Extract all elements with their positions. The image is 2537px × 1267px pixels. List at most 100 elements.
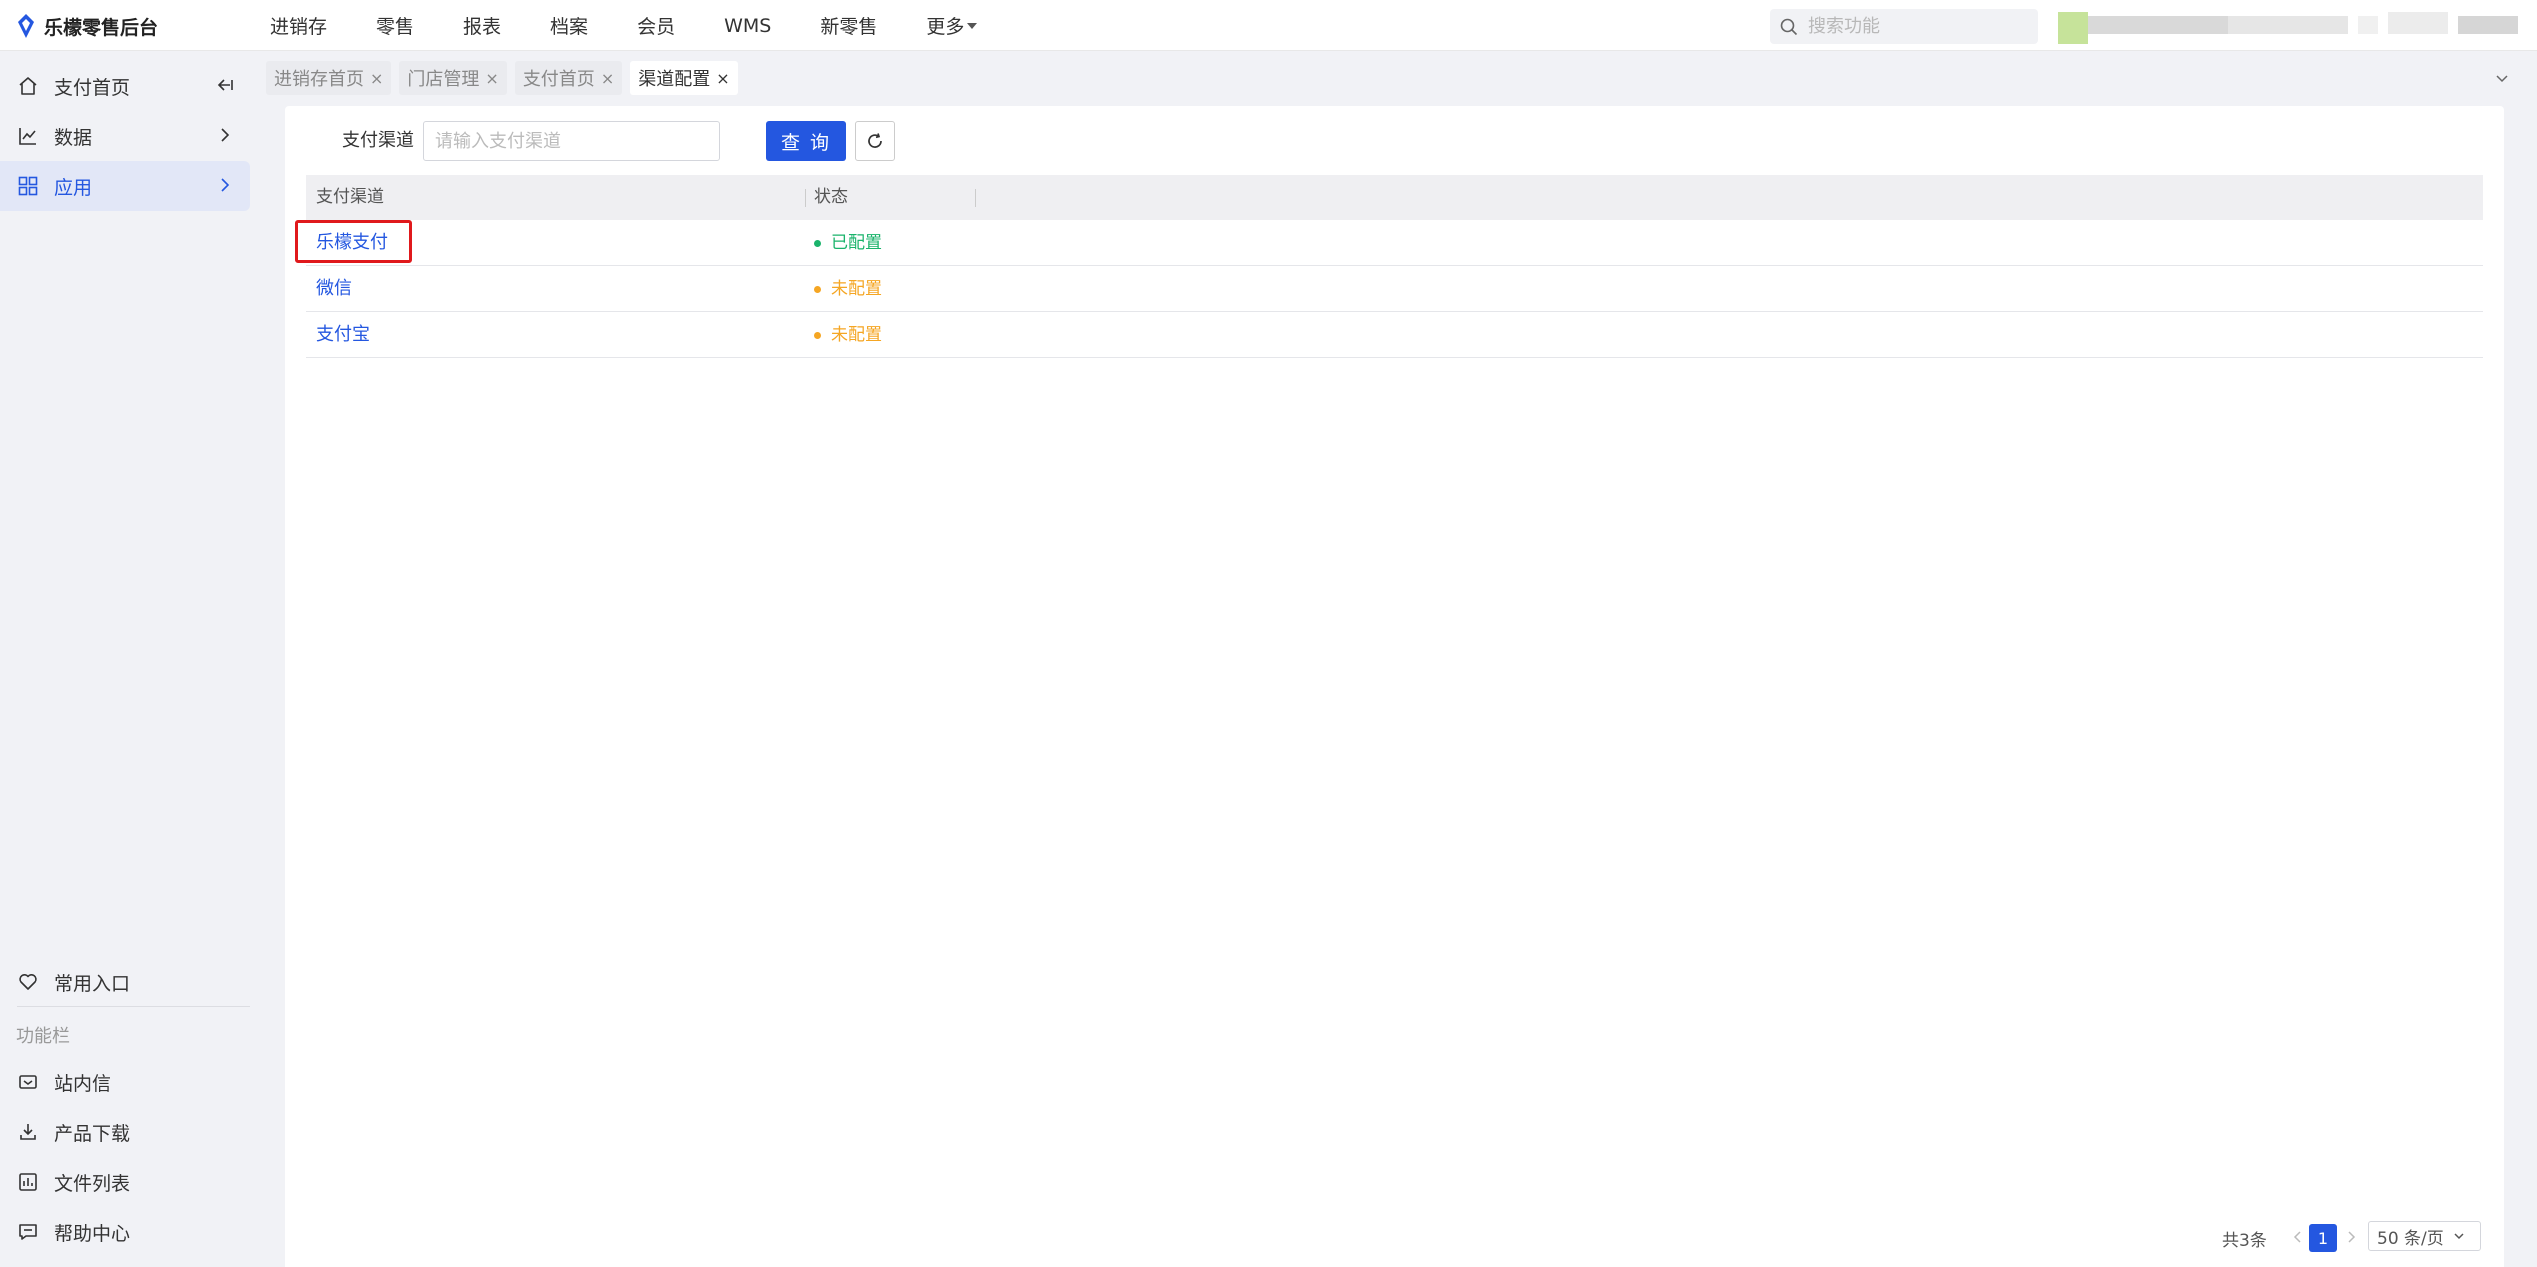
status-dot bbox=[814, 285, 821, 293]
app-logo[interactable]: 乐檬零售后台 bbox=[16, 13, 158, 39]
sidebar-tool-files[interactable]: 文件列表 bbox=[0, 1157, 250, 1207]
tab-payment-home[interactable]: 支付首页 × bbox=[514, 61, 623, 95]
top-bar: 乐檬零售后台 进销存 零售 报表 档案 会员 WMS 新零售 更多 bbox=[0, 0, 2537, 51]
pagination-next[interactable] bbox=[2341, 1224, 2361, 1250]
grid-icon bbox=[17, 175, 39, 197]
refresh-icon bbox=[868, 133, 882, 148]
blur-block bbox=[2058, 12, 2088, 44]
status-text: 已配置 bbox=[831, 233, 882, 253]
pagination-total: 共3条 bbox=[2222, 1231, 2267, 1251]
tab-channel-config[interactable]: 渠道配置 × bbox=[630, 61, 738, 95]
help-icon bbox=[17, 1221, 39, 1243]
chart-line-icon bbox=[17, 125, 39, 147]
sidebar-tool-help[interactable]: 帮助中心 bbox=[0, 1207, 250, 1257]
tab-inventory-home[interactable]: 进销存首页 × bbox=[266, 61, 392, 95]
status-text: 未配置 bbox=[831, 279, 882, 299]
blur-block bbox=[2388, 12, 2448, 34]
pagination-prev[interactable] bbox=[2288, 1224, 2308, 1250]
sidebar-item-label: 数据 bbox=[54, 126, 93, 149]
download-icon bbox=[17, 1121, 39, 1143]
chevron-down-icon bbox=[2496, 75, 2508, 83]
chevron-right-icon bbox=[2348, 1231, 2356, 1243]
tab-label: 进销存首页 bbox=[274, 69, 364, 90]
sidebar-item-label: 常用入口 bbox=[54, 972, 131, 995]
home-icon bbox=[17, 75, 39, 97]
refresh-button[interactable] bbox=[855, 121, 895, 161]
heart-icon bbox=[17, 971, 39, 993]
topnav-item-archives[interactable]: 档案 bbox=[550, 12, 588, 39]
user-info-blurred[interactable] bbox=[2058, 12, 2518, 44]
status-text: 未配置 bbox=[831, 325, 882, 345]
close-icon[interactable]: × bbox=[485, 69, 498, 88]
sidebar-favorites[interactable]: 常用入口 bbox=[0, 957, 250, 1007]
app-title: 乐檬零售后台 bbox=[44, 16, 159, 39]
chevron-left-icon bbox=[2293, 1231, 2301, 1243]
chevron-down-icon bbox=[2454, 1233, 2464, 1240]
sidebar-item-label: 产品下载 bbox=[54, 1122, 131, 1145]
column-divider bbox=[975, 189, 976, 207]
status-badge: 未配置 bbox=[814, 312, 882, 358]
sidebar-tool-messages[interactable]: 站内信 bbox=[0, 1057, 250, 1107]
main-panel: 支付渠道 查 询 支付渠道 状态 乐檬支付 已配置 微信 未配置 bbox=[285, 106, 2504, 1267]
table-row: 支付宝 未配置 bbox=[306, 312, 2483, 358]
topnav-item-wms[interactable]: WMS bbox=[724, 15, 771, 37]
tabs-dropdown-toggle[interactable] bbox=[2487, 63, 2517, 93]
logo-icon bbox=[18, 14, 34, 38]
page-tabs: 进销存首页 × 门店管理 × 支付首页 × 渠道配置 × bbox=[266, 61, 746, 95]
status-badge: 未配置 bbox=[814, 266, 882, 312]
sidebar-item-label: 站内信 bbox=[54, 1072, 112, 1095]
column-header-status: 状态 bbox=[814, 187, 848, 207]
tab-label: 渠道配置 bbox=[638, 69, 711, 90]
blur-block bbox=[2228, 16, 2348, 34]
topnav-item-retail[interactable]: 零售 bbox=[376, 12, 414, 39]
sidebar-item-label: 文件列表 bbox=[54, 1172, 131, 1195]
sidebar-divider bbox=[17, 1006, 250, 1007]
chevron-right-icon bbox=[216, 176, 234, 199]
top-nav: 进销存 零售 报表 档案 会员 WMS 新零售 更多 bbox=[270, 0, 1026, 51]
page-size-value: 50 条/页 bbox=[2377, 1228, 2444, 1249]
table-header: 支付渠道 状态 bbox=[306, 175, 2483, 220]
column-divider bbox=[805, 189, 806, 207]
function-search[interactable] bbox=[1770, 9, 2038, 44]
sidebar-item-label: 应用 bbox=[54, 176, 93, 199]
sidebar: 支付首页 数据 应用 常用入口 功能栏 站内信 产品下载 文件列表 帮助中心 bbox=[0, 51, 262, 1267]
close-icon[interactable]: × bbox=[716, 69, 729, 88]
topnav-item-more[interactable]: 更多 bbox=[926, 12, 978, 39]
close-icon[interactable]: × bbox=[370, 69, 383, 88]
topnav-item-reports[interactable]: 报表 bbox=[463, 12, 501, 39]
search-input[interactable] bbox=[1808, 16, 2028, 37]
collapse-sidebar-icon[interactable] bbox=[216, 76, 234, 99]
status-dot bbox=[814, 331, 821, 339]
payment-channel-input[interactable] bbox=[423, 121, 720, 161]
table-row: 乐檬支付 已配置 bbox=[295, 220, 2483, 266]
blur-block bbox=[2458, 16, 2518, 34]
page-size-select[interactable]: 50 条/页 bbox=[2368, 1221, 2481, 1251]
file-list-icon bbox=[17, 1171, 39, 1193]
tab-label: 门店管理 bbox=[407, 69, 480, 90]
close-icon[interactable]: × bbox=[601, 69, 614, 88]
table-row: 微信 未配置 bbox=[306, 266, 2483, 312]
channel-link-alipay[interactable]: 支付宝 bbox=[316, 312, 370, 358]
channel-link-wechat[interactable]: 微信 bbox=[316, 266, 352, 312]
filter-label: 支付渠道 bbox=[342, 130, 414, 151]
tab-label: 支付首页 bbox=[522, 69, 595, 90]
search-icon bbox=[1780, 18, 1798, 35]
sidebar-section-title: 功能栏 bbox=[16, 1026, 70, 1047]
topnav-item-inventory[interactable]: 进销存 bbox=[270, 12, 327, 39]
sidebar-item-data[interactable]: 数据 bbox=[0, 111, 250, 161]
column-header-channel: 支付渠道 bbox=[316, 187, 384, 207]
topnav-item-members[interactable]: 会员 bbox=[637, 12, 675, 39]
query-button[interactable]: 查 询 bbox=[766, 121, 846, 161]
channel-table: 支付渠道 状态 乐檬支付 已配置 微信 未配置 支付宝 未配置 bbox=[295, 175, 2483, 358]
status-badge: 已配置 bbox=[814, 220, 882, 266]
tab-store-management[interactable]: 门店管理 × bbox=[399, 61, 507, 95]
caret-down-icon bbox=[967, 22, 978, 29]
sidebar-tool-downloads[interactable]: 产品下载 bbox=[0, 1107, 250, 1157]
sidebar-item-payment-home[interactable]: 支付首页 bbox=[0, 61, 250, 111]
blur-block bbox=[2088, 16, 2228, 34]
pagination-page-current[interactable]: 1 bbox=[2309, 1224, 2337, 1252]
sidebar-item-apps[interactable]: 应用 bbox=[0, 161, 250, 211]
channel-link-lemeng-pay[interactable]: 乐檬支付 bbox=[316, 220, 388, 266]
topnav-item-new-retail[interactable]: 新零售 bbox=[820, 12, 877, 39]
status-dot bbox=[814, 239, 821, 247]
